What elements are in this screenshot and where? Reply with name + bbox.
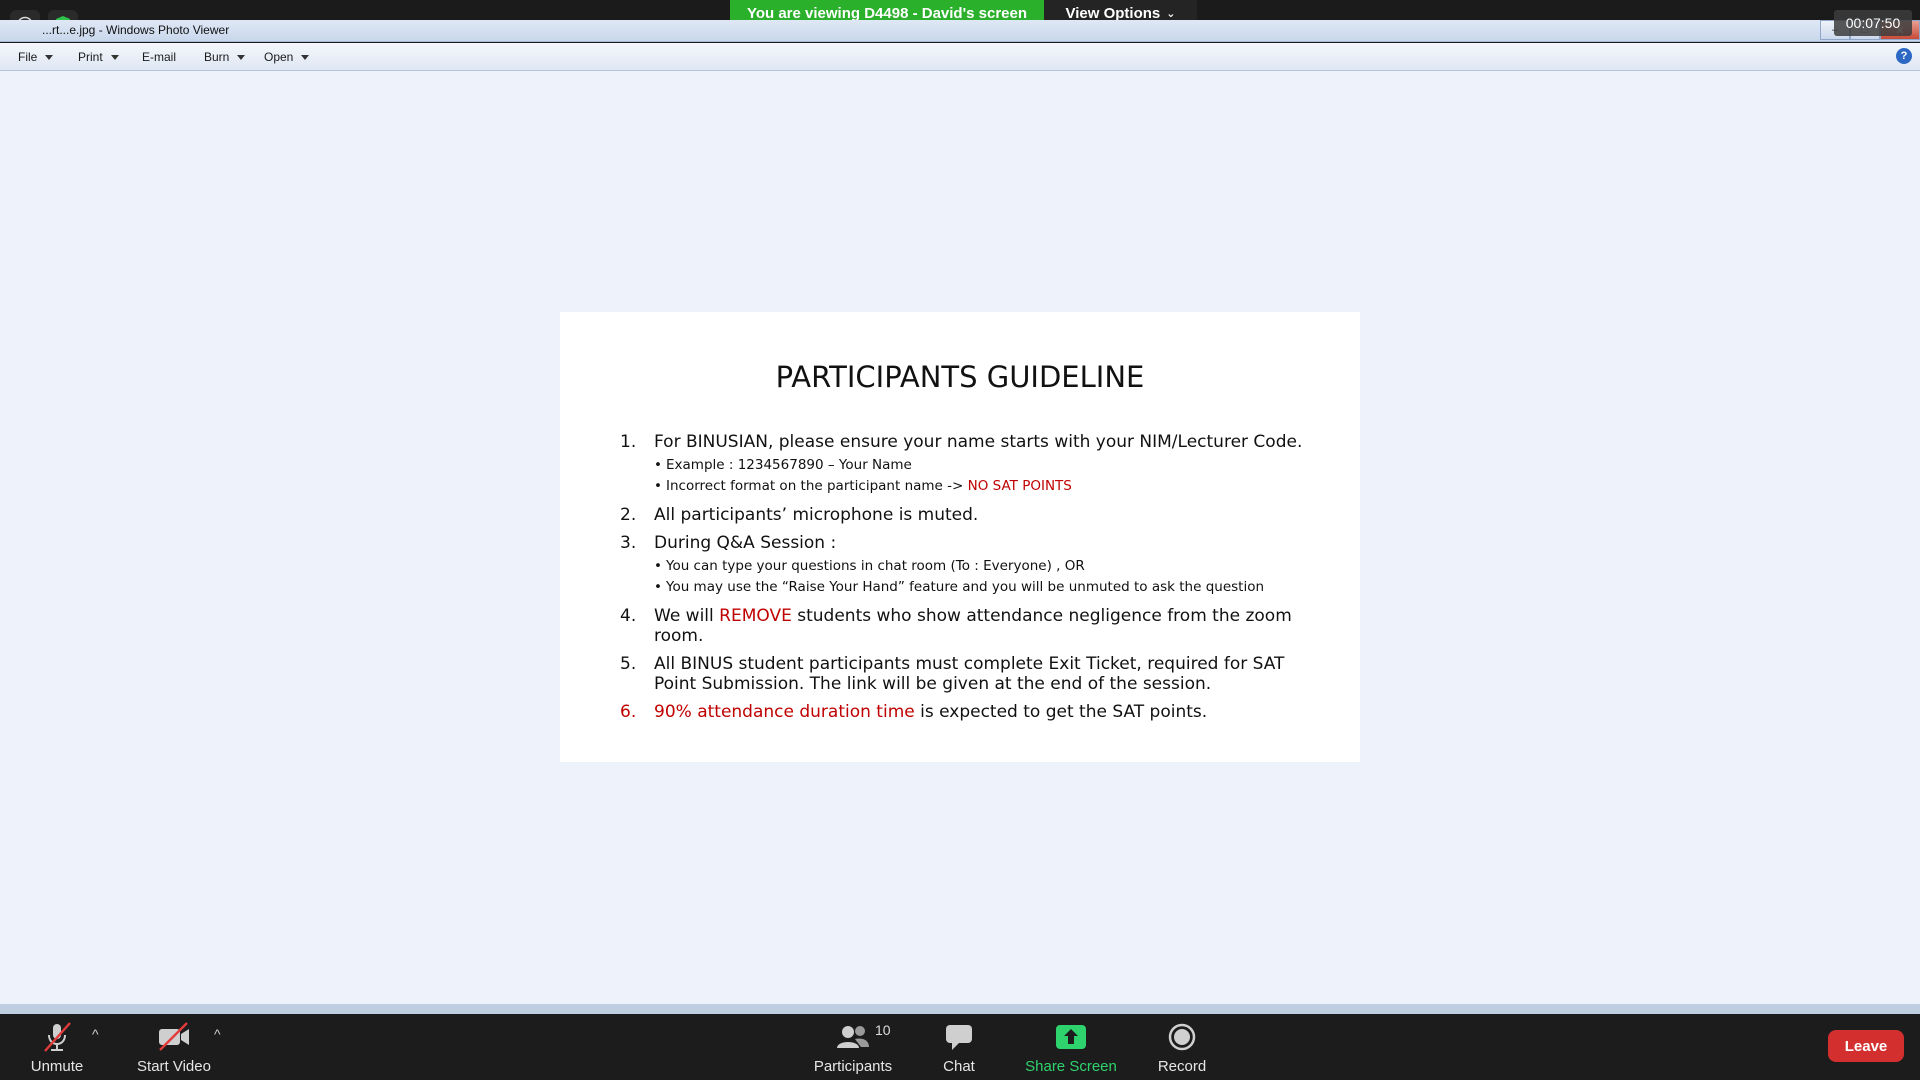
leave-button[interactable]: Leave: [1828, 1030, 1904, 1062]
guideline-item-1: 1. For BINUSIAN, please ensure your name…: [620, 432, 1320, 497]
sub-list: You can type your questions in chat room…: [654, 556, 1320, 598]
audio-options-caret[interactable]: ^: [92, 1026, 99, 1042]
item-text-emphasis: REMOVE: [719, 606, 792, 626]
dropdown-arrow-icon: [301, 54, 310, 60]
menu-email[interactable]: E-mail: [142, 50, 176, 64]
video-options-caret[interactable]: ^: [214, 1026, 221, 1042]
sub-list: Example : 1234567890 – Your Name Incorre…: [654, 455, 1320, 497]
zoom-screen-share: You are viewing D4498 - David's screen V…: [0, 0, 1920, 1080]
chevron-down-icon: ⌄: [1166, 8, 1176, 20]
record-label: Record: [1157, 1058, 1207, 1075]
item-text-emphasis: 90% attendance duration time: [654, 702, 915, 722]
item-text-post: is expected to get the SAT points.: [914, 702, 1208, 722]
participants-count: 10: [875, 1022, 891, 1038]
record-icon: [1167, 1020, 1197, 1054]
item-text: All BINUS student participants must comp…: [654, 654, 1285, 694]
photo-viewer-menubar: File Print E-mail Burn Open ?: [0, 43, 1920, 71]
item-number: 5.: [620, 654, 637, 674]
menu-open[interactable]: Open: [264, 50, 310, 64]
participants-button[interactable]: 10 Participants: [798, 1020, 908, 1075]
guideline-slide-image: PARTICIPANTS GUIDELINE 1. For BINUSIAN, …: [560, 312, 1360, 762]
guideline-item-3: 3. During Q&A Session : You can type you…: [620, 533, 1320, 598]
share-screen-button[interactable]: Share Screen: [1016, 1020, 1126, 1075]
participants-label: Participants: [813, 1058, 893, 1075]
guideline-item-2: 2. All participants’ microphone is muted…: [620, 505, 1320, 525]
sub-item: You can type your questions in chat room…: [654, 556, 1320, 577]
item-number: 3.: [620, 533, 637, 553]
sub-item: Example : 1234567890 – Your Name: [654, 455, 1320, 476]
meeting-timer: 00:07:50: [1834, 10, 1912, 36]
menu-burn[interactable]: Burn: [204, 50, 246, 64]
microphone-muted-icon: [40, 1020, 74, 1054]
sub-item: You may use the “Raise Your Hand” featur…: [654, 577, 1320, 598]
guideline-item-5: 5. All BINUS student participants must c…: [620, 654, 1320, 694]
dropdown-arrow-icon: [110, 54, 119, 60]
help-icon[interactable]: ?: [1896, 48, 1912, 64]
sub-item: Incorrect format on the participant name…: [654, 476, 1320, 497]
guideline-item-6: 6. 90% attendance duration time is expec…: [620, 702, 1320, 722]
sub-item-text: Incorrect format on the participant name…: [666, 478, 968, 494]
item-number: 2.: [620, 505, 637, 525]
dropdown-arrow-icon: [45, 54, 54, 60]
item-text: All participants’ microphone is muted.: [654, 505, 979, 525]
sub-item-text: You can type your questions in chat room…: [666, 558, 1085, 574]
slide-title: PARTICIPANTS GUIDELINE: [775, 360, 1145, 394]
zoom-meeting-toolbar: Unmute ^ Start Video ^ 10 Participants C…: [0, 1014, 1920, 1080]
menu-file-label: File: [18, 50, 38, 64]
unmute-label: Unmute: [30, 1058, 84, 1075]
dropdown-arrow-icon: [237, 54, 246, 60]
menu-file[interactable]: File: [18, 50, 54, 64]
item-number: 4.: [620, 606, 637, 626]
window-titlebar: ...rt...e.jpg - Windows Photo Viewer – □…: [0, 20, 1920, 42]
item-text: For BINUSIAN, please ensure your name st…: [654, 432, 1303, 452]
start-video-button[interactable]: Start Video: [119, 1020, 229, 1075]
chat-button[interactable]: Chat: [904, 1020, 1014, 1075]
chat-bubble-icon: [944, 1020, 974, 1054]
share-screen-icon: [1055, 1020, 1087, 1054]
menu-print[interactable]: Print: [78, 50, 119, 64]
participants-icon: 10: [835, 1020, 891, 1054]
video-off-icon: [156, 1020, 192, 1054]
item-number: 1.: [620, 432, 637, 452]
warning-text: NO SAT POINTS: [967, 478, 1072, 494]
item-text-pre: We will: [654, 606, 720, 626]
item-number: 6.: [620, 702, 637, 722]
sub-item-text: You may use the “Raise Your Hand” featur…: [666, 579, 1265, 595]
menu-email-label: E-mail: [142, 50, 177, 64]
chat-label: Chat: [943, 1058, 975, 1075]
item-text: During Q&A Session :: [654, 533, 837, 553]
share-screen-label: Share Screen: [1025, 1058, 1117, 1075]
guideline-list: 1. For BINUSIAN, please ensure your name…: [620, 432, 1320, 730]
menu-open-label: Open: [264, 50, 294, 64]
guideline-item-4: 4. We will REMOVE students who show atte…: [620, 606, 1320, 646]
menu-print-label: Print: [78, 50, 103, 64]
window-title: ...rt...e.jpg - Windows Photo Viewer: [42, 23, 230, 37]
sub-item-text: Example : 1234567890 – Your Name: [666, 457, 912, 473]
record-button[interactable]: Record: [1127, 1020, 1237, 1075]
start-video-label: Start Video: [137, 1058, 211, 1075]
viewer-bottom-strip: [0, 1004, 1920, 1014]
menu-burn-label: Burn: [204, 50, 230, 64]
